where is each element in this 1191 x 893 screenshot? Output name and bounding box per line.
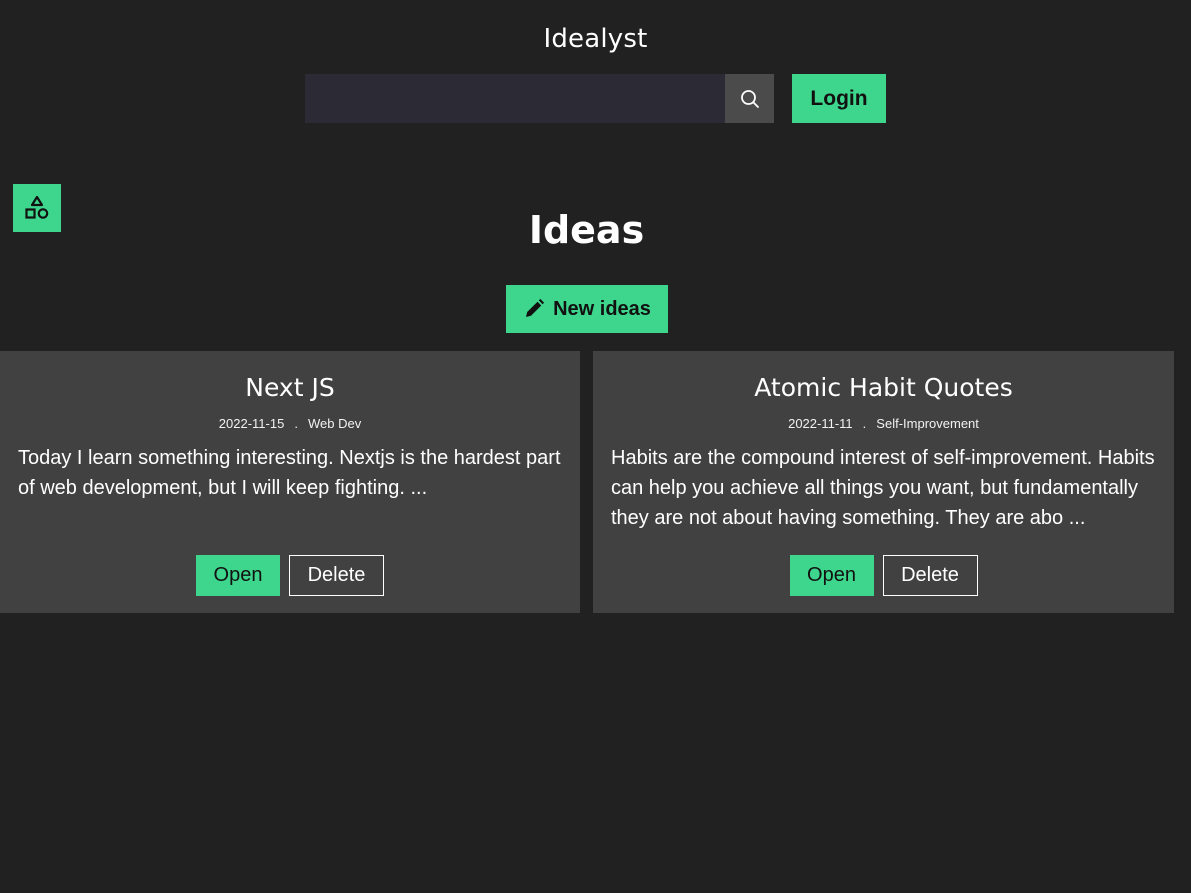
delete-button[interactable]: Delete [882, 555, 978, 596]
idea-meta: 2022-11-15. Web Dev [18, 416, 562, 431]
delete-button[interactable]: Delete [289, 555, 384, 596]
search-input[interactable] [305, 74, 725, 123]
idea-title: Next JS [245, 373, 335, 402]
login-button[interactable]: Login [792, 74, 886, 123]
idea-actions: Open Delete [593, 555, 1174, 596]
idea-category: Self-Improvement [876, 416, 979, 431]
meta-separator: . [294, 416, 298, 431]
page-title: Ideas [528, 208, 645, 252]
idea-meta: 2022-11-11. Self-Improvement [611, 416, 1156, 431]
new-ideas-button[interactable]: New ideas [506, 285, 668, 333]
open-button[interactable]: Open [789, 555, 874, 596]
search-icon [740, 89, 759, 108]
idea-excerpt: Today I learn something interesting. Nex… [18, 447, 561, 499]
open-button[interactable]: Open [196, 555, 280, 596]
idea-date: 2022-11-11 [788, 416, 853, 431]
new-ideas-label: New ideas [553, 297, 651, 320]
search-bar: Login [305, 74, 886, 123]
idea-card: Atomic Habit Quotes 2022-11-11. Self-Impr… [593, 351, 1174, 613]
brand-title: Idealyst [543, 24, 648, 54]
idea-category: Web Dev [307, 416, 362, 431]
idea-excerpt: Habits are the compound interest of self… [611, 447, 1155, 529]
meta-separator: . [862, 416, 867, 431]
idea-title: Atomic Habit Quotes [754, 373, 1013, 402]
pencil-icon [526, 298, 545, 317]
search-button[interactable] [725, 74, 774, 123]
idea-actions: Open Delete [0, 555, 580, 596]
idea-card: Next JS 2022-11-15. Web Dev Today I learn… [0, 351, 580, 613]
idea-date: 2022-11-15 [218, 416, 285, 431]
